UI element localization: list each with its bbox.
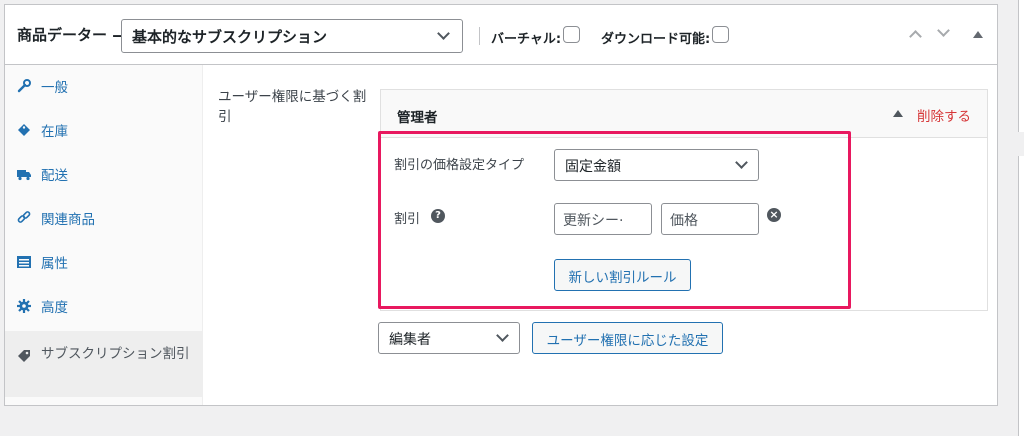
add-discount-rule-button[interactable]: 新しい割引ルール [554,259,691,291]
tab-attributes[interactable]: 属性 [5,241,203,285]
pricing-type-select[interactable]: 固定金額 [554,149,759,181]
product-type-value: 基本的なサブスクリプション [132,28,328,46]
help-icon[interactable]: ? [431,209,445,223]
tab-inventory[interactable]: 在庫 [5,109,203,153]
toggle-panel-icon[interactable] [973,31,983,38]
gear-icon [17,299,31,313]
discount-label: 割引 [394,212,421,227]
link-icon [17,211,31,225]
virtual-checkbox[interactable] [563,26,580,43]
tab-label: 高度 [41,300,68,316]
tab-advanced[interactable]: 高度 [5,285,203,329]
move-up-icon[interactable] [909,30,922,43]
tab-label: 配送 [41,168,68,184]
product-data-tabs: 一般 在庫 配送 関連商品 属性 高度 サブスクリプション割引 [5,65,203,405]
tab-shipping[interactable]: 配送 [5,153,203,197]
truck-icon [17,167,31,181]
role-select-value: 編集者 [389,332,431,348]
wrench-icon [17,79,31,93]
price-placeholder: 価格 [670,213,698,229]
tab-label: サブスクリプション割引 [41,346,190,362]
right-panel-edge [1018,156,1024,436]
chevron-down-icon [735,156,748,169]
right-panel-edge [1018,0,1024,132]
panel-header: 商品データー — 基本的なサブスクリプション バーチャル: ダウンロード可能: [5,5,997,65]
move-down-icon[interactable] [937,24,950,37]
role-discount-field-label: ユーザー権限に基づく割引 [218,89,367,125]
product-type-select[interactable]: 基本的なサブスクリプション [121,19,463,53]
downloadable-checkbox[interactable] [712,26,729,43]
chevron-down-icon [496,329,509,342]
tab-label: 在庫 [41,124,68,140]
pricing-type-value: 固定金額 [565,159,621,175]
tab-linked-products[interactable]: 関連商品 [5,197,203,241]
chevron-down-icon [437,27,450,40]
downloadable-label: ダウンロード可能: [601,32,711,47]
remove-rule-icon[interactable]: × [767,208,781,222]
tag-diamond-icon [17,123,31,137]
price-tag-icon [17,349,31,363]
tab-subscription-discount[interactable]: サブスクリプション割引 [5,331,203,397]
tab-label: 関連商品 [41,212,95,228]
tab-label: 一般 [41,80,68,96]
pricing-type-label: 割引の価格設定タイプ [394,158,525,173]
header-divider [479,27,480,45]
renewal-placeholder: 更新シー· [563,213,624,229]
remove-role-link[interactable]: 削除する [917,105,971,125]
price-input[interactable]: 価格 [661,203,759,235]
list-table-icon [17,255,31,269]
virtual-label: バーチャル: [491,32,562,47]
collapse-triangle-icon[interactable] [893,110,903,117]
role-name: 管理者 [397,110,438,126]
tab-label: 属性 [41,256,68,272]
renewal-input[interactable]: 更新シー· [554,203,652,235]
tab-general[interactable]: 一般 [5,65,203,109]
role-select[interactable]: 編集者 [378,322,520,354]
panel-title: 商品データー — [17,26,128,44]
role-settings-button[interactable]: ユーザー権限に応じた設定 [532,322,723,354]
